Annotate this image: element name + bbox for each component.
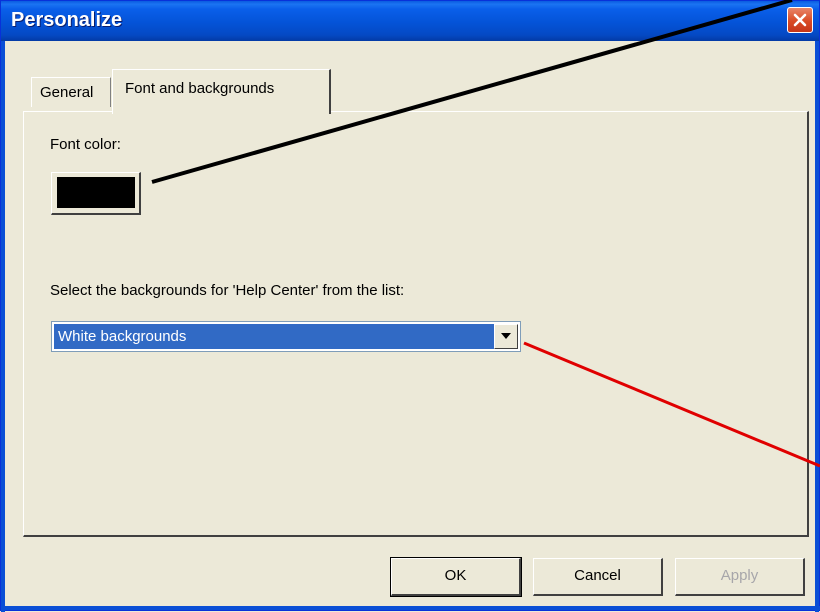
window-frame-bottom [1, 606, 820, 610]
backgrounds-label: Select the backgrounds for 'Help Center'… [50, 282, 405, 299]
ok-button[interactable]: OK [390, 557, 522, 597]
dropdown-button[interactable] [494, 324, 518, 349]
font-color-swatch [57, 177, 135, 208]
tab-panel: Font color: Select the backgrounds for '… [23, 111, 809, 537]
backgrounds-selected-value: White backgrounds [54, 324, 494, 349]
chevron-down-icon [501, 333, 511, 339]
close-button[interactable] [787, 7, 813, 33]
title-bar[interactable]: Personalize [1, 1, 819, 41]
window-title: Personalize [11, 9, 123, 31]
tab-font-and-backgrounds[interactable]: Font and backgrounds [112, 69, 331, 114]
close-icon [793, 13, 807, 27]
window-frame-left [1, 41, 5, 612]
font-color-button[interactable] [51, 172, 141, 215]
font-color-label: Font color: [50, 136, 121, 153]
backgrounds-select[interactable]: White backgrounds [51, 321, 521, 352]
tab-general[interactable]: General [31, 77, 111, 107]
window-frame-right [815, 41, 819, 612]
apply-button: Apply [675, 558, 805, 596]
cancel-button[interactable]: Cancel [533, 558, 663, 596]
personalize-dialog: Personalize General Font and backgrounds… [0, 0, 820, 612]
tab-font-label: Font and backgrounds [125, 80, 275, 97]
tab-general-label: General [40, 84, 94, 101]
